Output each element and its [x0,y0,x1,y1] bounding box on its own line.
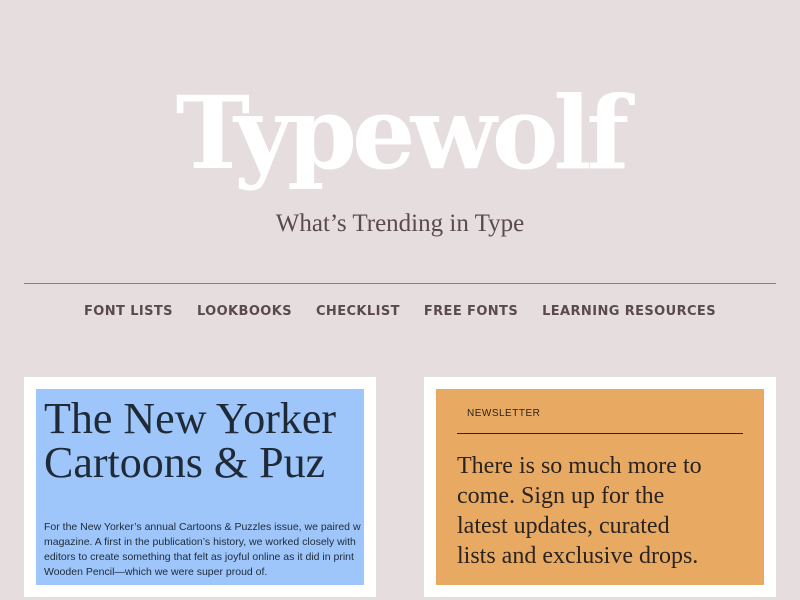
newsletter-rule [457,433,743,434]
newsletter-line: come. Sign up for the [457,483,665,509]
new-yorker-card-title: The New Yorker Cartoons & Puz [44,397,364,485]
newsletter-card-panel[interactable]: NEWSLETTER There is so much more to come… [436,389,764,585]
new-yorker-card-body: For the New Yorker’s annual Cartoons & P… [44,520,364,580]
site-logo[interactable]: Typewolf [0,78,800,188]
title-line: Cartoons & Puz [44,438,326,487]
newsletter-line: latest updates, curated [457,513,670,539]
nav-item-free-fonts[interactable]: FREE FONTS [424,303,518,321]
nav-item-font-lists[interactable]: FONT LISTS [84,303,173,321]
newsletter-line: There is so much more to [457,453,702,479]
newsletter-card[interactable]: NEWSLETTER There is so much more to come… [424,377,776,597]
header-divider [24,283,776,284]
body-line: For the New Yorker’s annual Cartoons & P… [44,521,361,533]
title-line: The New Yorker [44,394,337,443]
new-yorker-card[interactable]: The New Yorker Cartoons & Puz For the Ne… [24,377,376,597]
nav-item-learning-resources[interactable]: LEARNING RESOURCES [542,303,716,321]
newsletter-line: lists and exclusive drops. [457,543,699,569]
body-line: editors to create something that felt as… [44,551,354,563]
newsletter-label: NEWSLETTER [467,408,541,419]
nav-item-lookbooks[interactable]: LOOKBOOKS [197,303,292,321]
body-line: Wooden Pencil—which we were super proud … [44,566,268,578]
newsletter-text: There is so much more to come. Sign up f… [457,451,757,571]
nav-item-checklist[interactable]: CHECKLIST [316,303,400,321]
new-yorker-card-image[interactable]: The New Yorker Cartoons & Puz For the Ne… [36,389,364,585]
site-tagline: What’s Trending in Type [275,210,525,237]
body-line: magazine. A first in the publication’s h… [44,536,356,548]
main-nav: FONT LISTS LOOKBOOKS CHECKLIST FREE FONT… [0,303,800,321]
